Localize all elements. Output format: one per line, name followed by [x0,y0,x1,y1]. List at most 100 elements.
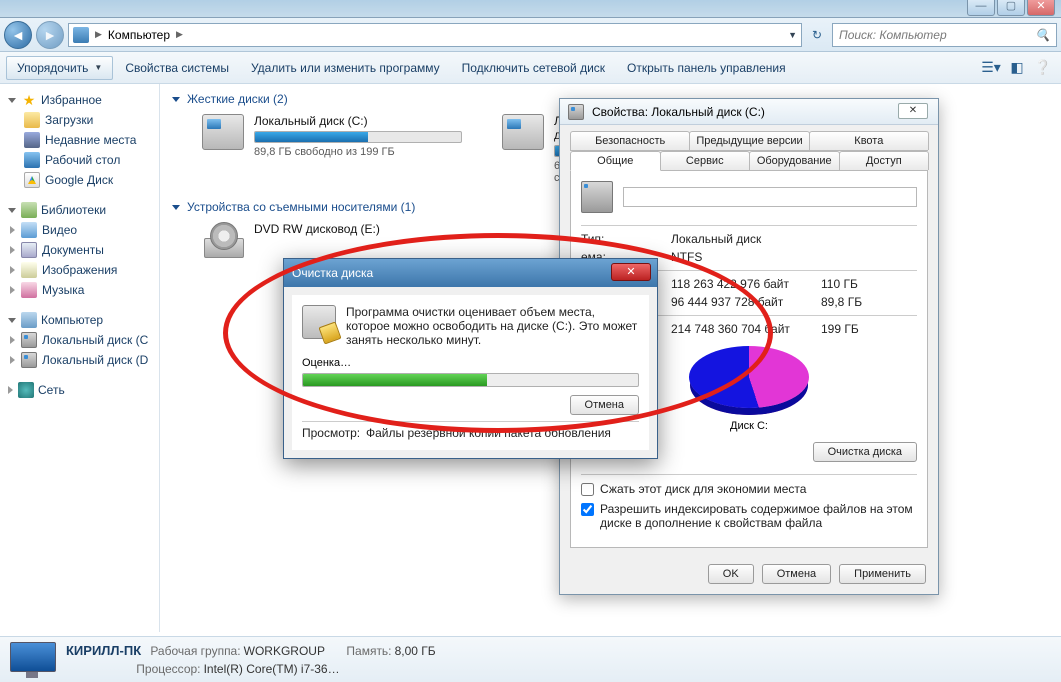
tab-security[interactable]: Безопасность [570,131,690,150]
capacity-bytes: 214 748 360 704 байт [671,322,821,336]
computer-header[interactable]: Компьютер [4,310,159,330]
breadcrumb-item[interactable]: Компьютер [108,28,170,42]
music-icon [21,282,37,298]
close-button[interactable]: ✕ [1027,0,1055,16]
sidebar-item-videos[interactable]: Видео [4,220,159,240]
computer-icon [10,642,54,678]
hdd-icon [21,352,37,368]
drive-name: DVD RW дисковод (E:) [254,222,462,236]
sidebar-item-pictures[interactable]: Изображения [4,260,159,280]
ok-button[interactable]: OK [708,564,754,584]
forward-button[interactable]: ► [36,21,64,49]
close-button[interactable]: ✕ [611,263,651,281]
map-network-drive-button[interactable]: Подключить сетевой диск [452,57,615,79]
favorites-header[interactable]: ★Избранное [4,90,159,110]
dialog-titlebar[interactable]: Очистка диска ✕ [284,259,657,287]
workgroup-value: WORKGROUP [244,644,325,658]
memory-value: 8,00 ГБ [395,644,436,658]
compress-checkbox[interactable]: Сжать этот диск для экономии места [581,479,917,499]
navigation-pane: ★Избранное Загрузки Недавние места Рабоч… [0,84,160,632]
fs-value: NTFS [671,250,702,264]
hdd-icon [568,104,584,120]
organize-label: Упорядочить [17,61,88,75]
drive-name: Локальный диск (C:) [254,114,462,128]
free-human: 89,8 ГБ [821,295,881,309]
capacity-human: 199 ГБ [821,322,881,336]
star-icon: ★ [21,92,37,108]
apply-button[interactable]: Применить [839,564,926,584]
hdd-icon [202,114,244,150]
organize-button[interactable]: Упорядочить ▼ [6,56,113,80]
chevron-right-icon: ▶ [176,29,183,40]
progress-bar [302,373,639,387]
refresh-button[interactable]: ↻ [806,24,828,46]
search-icon: 🔍 [1035,28,1050,42]
window-titlebar: — ▢ ✕ [0,0,1061,18]
cancel-button[interactable]: Отмена [570,395,639,415]
system-properties-button[interactable]: Свойства системы [115,57,239,79]
index-checkbox[interactable]: Разрешить индексировать содержимое файло… [581,499,917,533]
libraries-header[interactable]: Библиотеки [4,200,159,220]
tab-previous-versions[interactable]: Предыдущие версии [689,131,809,150]
uninstall-program-button[interactable]: Удалить или изменить программу [241,57,450,79]
command-bar: Упорядочить ▼ Свойства системы Удалить и… [0,52,1061,84]
open-control-panel-button[interactable]: Открыть панель управления [617,57,796,79]
cancel-button[interactable]: Отмена [762,564,831,584]
sidebar-item-documents[interactable]: Документы [4,240,159,260]
tab-sharing[interactable]: Доступ [839,151,930,170]
used-bytes: 118 263 422 976 байт [671,277,821,291]
sidebar-item-disk-d[interactable]: Локальный диск (D [4,350,159,370]
pictures-icon [21,262,37,278]
scan-value: Файлы резервной копии пакета обновления [366,426,611,440]
tab-quota[interactable]: Квота [809,131,929,150]
minimize-button[interactable]: — [967,0,995,16]
dialog-title: Свойства: Локальный диск (C:) [592,105,765,119]
libraries-icon [21,202,37,218]
help-icon[interactable]: ❔ [1031,56,1055,80]
drive-c[interactable]: Локальный диск (C:) 89,8 ГБ свободно из … [202,114,462,184]
sidebar-item-google-drive[interactable]: Google Диск [4,170,159,190]
preview-pane-icon[interactable]: ◧ [1005,56,1029,80]
sidebar-item-disk-c[interactable]: Локальный диск (C [4,330,159,350]
type-label: Тип: [581,232,671,246]
computer-icon [21,312,37,328]
dialog-title: Очистка диска [292,266,373,280]
nav-row: ◄ ► ▶ Компьютер ▶ ▼ ↻ Поиск: Компьютер 🔍 [0,18,1061,52]
hdd-icon [581,181,613,213]
sidebar-item-recent[interactable]: Недавние места [4,130,159,150]
tab-hardware[interactable]: Оборудование [749,151,840,170]
computer-name: КИРИЛЛ-ПК [66,643,141,658]
close-button[interactable]: ✕ [898,103,928,119]
address-bar[interactable]: ▶ Компьютер ▶ ▼ [68,23,802,47]
folder-icon [24,112,40,128]
tab-tools[interactable]: Сервис [660,151,751,170]
details-pane: КИРИЛЛ-ПК Рабочая группа: WORKGROUP Памя… [0,636,1061,682]
free-bytes: 96 444 937 728 байт [671,295,821,309]
sidebar-item-music[interactable]: Музыка [4,280,159,300]
view-options-icon[interactable]: ☰▾ [979,56,1003,80]
network-header[interactable]: Сеть [4,380,159,400]
tab-general[interactable]: Общие [570,151,661,171]
computer-icon [73,27,89,43]
cpu-value: Intel(R) Core(TM) i7-36… [204,662,340,676]
estimating-label: Оценка… [302,357,639,369]
search-input[interactable]: Поиск: Компьютер 🔍 [832,23,1057,47]
network-icon [18,382,34,398]
dvd-icon [202,222,244,258]
drive-dvd[interactable]: DVD RW дисковод (E:) [202,222,462,258]
sidebar-item-desktop[interactable]: Рабочий стол [4,150,159,170]
disk-cleanup-button[interactable]: Очистка диска [813,442,917,462]
disk-cleanup-icon [302,305,336,339]
search-placeholder: Поиск: Компьютер [839,28,947,42]
type-value: Локальный диск [671,232,761,246]
dropdown-icon[interactable]: ▼ [788,30,797,40]
used-human: 110 ГБ [821,277,881,291]
disk-label-input[interactable] [623,187,917,207]
scan-label: Просмотр: [302,426,366,440]
back-button[interactable]: ◄ [4,21,32,49]
sidebar-item-downloads[interactable]: Загрузки [4,110,159,130]
maximize-button[interactable]: ▢ [997,0,1025,16]
dialog-titlebar[interactable]: Свойства: Локальный диск (C:) ✕ [560,99,938,125]
hdd-icon [502,114,544,150]
usage-pie-chart [689,346,809,416]
